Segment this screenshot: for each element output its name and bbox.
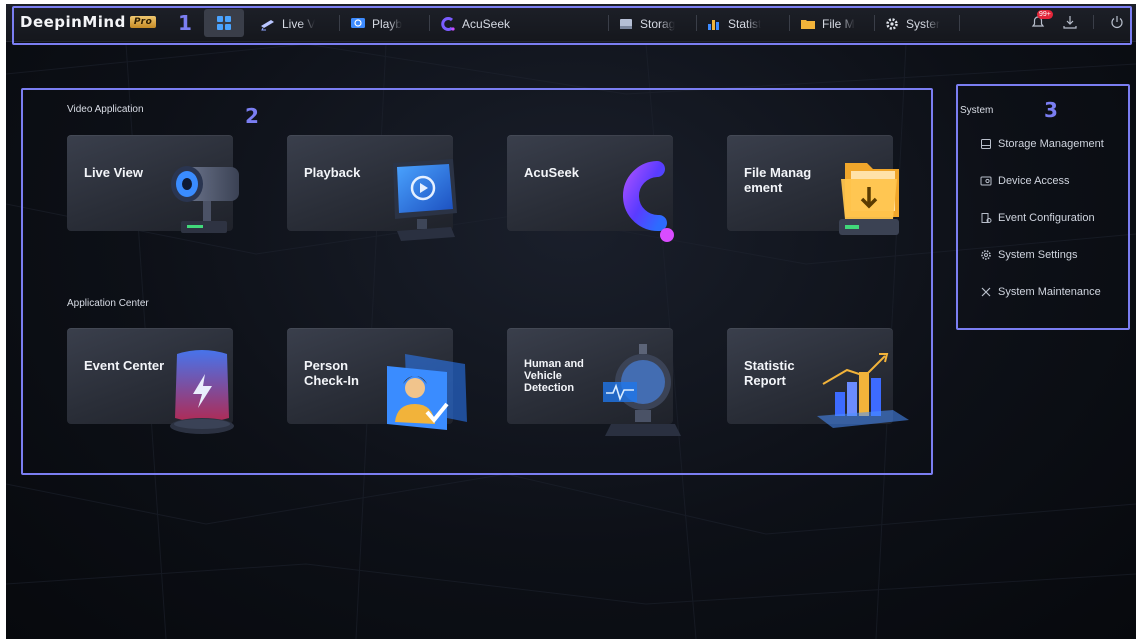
divider xyxy=(789,15,790,31)
download-icon xyxy=(1063,16,1077,29)
card-person-check-in[interactable]: Person Check-In xyxy=(287,328,467,430)
app-window: DeepinMind Pro Live V Playb AcuSeek Stor… xyxy=(6,4,1136,639)
acuseek-icon xyxy=(441,17,455,31)
divider xyxy=(429,15,430,31)
tab-system[interactable]: Syster xyxy=(884,15,956,33)
tab-label: Statist xyxy=(728,17,762,31)
menu-item-event-configuration[interactable]: Event Configuration xyxy=(980,212,1095,224)
divider xyxy=(608,15,609,31)
divider xyxy=(696,15,697,31)
divider xyxy=(1093,15,1094,29)
tab-label: Playb xyxy=(372,17,403,31)
bar-chart-icon xyxy=(817,353,909,428)
tab-label: Syster xyxy=(906,17,941,31)
card-human-vehicle-detection[interactable]: Human and Vehicle Detection xyxy=(507,328,681,436)
top-right-toolbar: 99+ xyxy=(1029,10,1126,31)
power-icon xyxy=(1111,16,1123,29)
acuseek-logo-icon xyxy=(623,161,674,242)
monitor-playback-icon xyxy=(393,159,457,241)
annotation-number-2: 2 xyxy=(245,104,259,128)
person-checkin-icon xyxy=(387,354,467,430)
home-button[interactable] xyxy=(204,9,244,37)
menu-item-system-settings[interactable]: System Settings xyxy=(980,249,1077,261)
card-title: Event Center xyxy=(84,358,165,373)
event-config-icon xyxy=(981,213,992,223)
storage-icon xyxy=(981,139,991,149)
background-grid xyxy=(6,43,1136,639)
card-title: Person Check-In xyxy=(304,358,359,388)
logo-pro-badge: Pro xyxy=(129,16,157,28)
file-folder-icon xyxy=(839,163,899,235)
card-file-management[interactable]: File Manag ement xyxy=(727,135,899,235)
card-title: Human and Vehicle Detection xyxy=(524,358,584,394)
power-button[interactable] xyxy=(1108,13,1126,31)
notification-badge: 99+ xyxy=(1037,10,1053,19)
notification-button[interactable]: 99+ xyxy=(1029,10,1053,31)
menu-item-label: Event Configuration xyxy=(998,212,1095,224)
gear-icon xyxy=(981,250,991,260)
camera-icon xyxy=(171,166,239,233)
gear-icon xyxy=(886,18,898,30)
menu-item-system-maintenance[interactable]: System Maintenance xyxy=(980,286,1101,298)
folder-icon xyxy=(801,20,815,29)
tab-statistics[interactable]: Statist xyxy=(706,15,782,33)
menu-item-label: Device Access xyxy=(998,175,1070,187)
divider xyxy=(959,15,960,31)
card-live-view[interactable]: Live View xyxy=(67,135,239,233)
app-logo: DeepinMind Pro xyxy=(20,13,157,31)
card-statistic-report[interactable]: Statistic Report xyxy=(727,328,909,428)
menu-item-device-access[interactable]: Device Access xyxy=(980,175,1070,187)
card-acuseek[interactable]: AcuSeek xyxy=(507,135,674,242)
logo-text: DeepinMind xyxy=(20,13,126,31)
tab-file-management[interactable]: File M xyxy=(800,15,870,33)
section-title-application-center: Application Center xyxy=(67,298,149,309)
menu-item-label: System Maintenance xyxy=(998,286,1101,298)
menu-item-label: System Settings xyxy=(998,249,1078,261)
card-event-center[interactable]: Event Center xyxy=(67,328,234,434)
tab-live-view[interactable]: Live V xyxy=(260,15,340,33)
tab-label: File M xyxy=(822,17,855,31)
tab-label: AcuSeek xyxy=(462,17,511,31)
download-button[interactable] xyxy=(1061,13,1079,31)
card-playback[interactable]: Playback xyxy=(287,135,457,241)
alarm-light-icon xyxy=(170,350,234,434)
tools-icon xyxy=(981,287,991,297)
section-title-video-application: Video Application xyxy=(67,104,144,115)
card-title: AcuSeek xyxy=(524,165,579,180)
menu-item-storage-management[interactable]: Storage Management xyxy=(980,138,1104,150)
annotation-number-1: 1 xyxy=(178,11,192,35)
card-title: Live View xyxy=(84,165,144,180)
detection-camera-icon xyxy=(603,344,681,436)
tab-label: Storag xyxy=(640,17,676,31)
device-icon xyxy=(980,176,992,186)
divider xyxy=(339,15,340,31)
grid-icon xyxy=(217,16,231,30)
card-title: File Manag ement xyxy=(744,165,812,195)
menu-item-label: Storage Management xyxy=(998,138,1104,150)
tab-storage[interactable]: Storag xyxy=(618,15,694,33)
statistics-icon xyxy=(708,20,719,30)
tab-playback[interactable]: Playb xyxy=(350,15,422,33)
tab-label: Live V xyxy=(282,17,316,31)
annotation-number-3: 3 xyxy=(1044,98,1058,122)
camera-icon xyxy=(261,20,274,31)
storage-icon xyxy=(620,19,632,29)
section-title-system: System xyxy=(960,105,994,116)
top-navigation-bar: DeepinMind Pro Live V Playb AcuSeek Stor… xyxy=(6,4,1136,42)
card-title: Playback xyxy=(304,165,361,180)
divider xyxy=(874,15,875,31)
playback-icon xyxy=(351,18,365,28)
tab-acuseek[interactable]: AcuSeek xyxy=(440,15,540,33)
